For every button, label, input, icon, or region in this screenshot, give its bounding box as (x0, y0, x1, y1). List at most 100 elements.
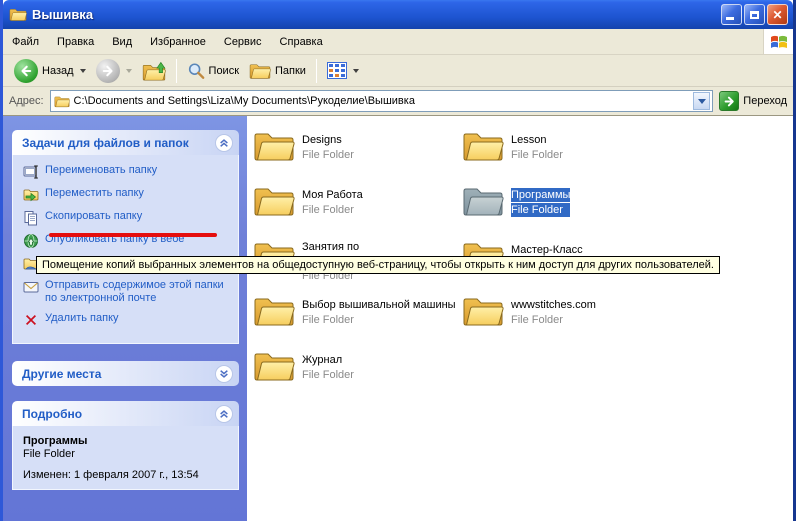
tooltip: Помещение копий выбранных элементов на о… (36, 256, 720, 274)
folder-name[interactable]: Моя Работа (302, 188, 363, 202)
details-modified: Изменен: 1 февраля 2007 г., 13:54 (23, 469, 232, 481)
folder-name[interactable]: Выбор вышивальной машины (302, 298, 456, 312)
panel-other-places: Другие места (12, 361, 239, 386)
search-button[interactable]: Поиск (182, 60, 244, 82)
panel-details-header[interactable]: Подробно (12, 401, 239, 426)
task-copy-folder[interactable]: Скопировать папку (23, 210, 232, 226)
folder-icon (9, 7, 27, 22)
task-move-folder[interactable]: Переместить папку (23, 187, 232, 203)
content-area: Задачи для файлов и папок (3, 116, 793, 521)
views-dropdown-icon[interactable] (353, 69, 359, 73)
forward-button[interactable] (91, 57, 137, 85)
go-button[interactable]: Переход (719, 91, 787, 111)
folder-tile-designs[interactable]: DesignsFile Folder (253, 128, 458, 183)
folders-button[interactable]: Папки (244, 60, 311, 82)
panel-title: Другие места (22, 367, 101, 381)
annotation-underline (49, 233, 217, 237)
task-label[interactable]: Скопировать папку (45, 210, 142, 223)
folder-view: DesignsFile Folder LessonFile Folder Моя… (247, 116, 793, 521)
address-input[interactable]: C:\Documents and Settings\Liza\My Docume… (74, 95, 694, 107)
views-button[interactable] (322, 60, 364, 81)
task-rename-folder[interactable]: Переименовать папку (23, 164, 232, 180)
menu-file[interactable]: Файл (3, 31, 48, 53)
back-label: Назад (42, 65, 74, 77)
panel-details-body: Программы File Folder Изменен: 1 февраля… (12, 426, 239, 490)
close-button[interactable]: ✕ (767, 4, 788, 25)
folder-icon (253, 348, 295, 384)
task-label[interactable]: Переместить папку (45, 187, 144, 200)
views-icon (327, 62, 347, 79)
windows-flag-icon (770, 34, 788, 50)
details-folder-type: File Folder (23, 448, 232, 460)
maximize-icon (750, 11, 759, 19)
copy-icon (23, 210, 39, 226)
maximize-button[interactable] (744, 4, 765, 25)
task-delete-folder[interactable]: Удалить папку (23, 312, 232, 328)
address-bar: Адрес: C:\Documents and Settings\Liza\My… (3, 87, 793, 116)
task-label[interactable]: Отправить содержимое этой папки по элект… (45, 279, 232, 305)
folder-name[interactable]: Lesson (511, 133, 546, 147)
folder-icon (462, 128, 504, 164)
up-folder-icon (142, 60, 166, 82)
panel-file-tasks-body: Переименовать папку Переместить папку (12, 155, 239, 344)
folder-name[interactable]: Designs (302, 133, 342, 147)
folder-tile-moya-rabota[interactable]: Моя РаботаFile Folder (253, 183, 458, 238)
task-pane: Задачи для файлов и папок (3, 116, 247, 521)
folder-tile-wwwstitches[interactable]: wwwstitches.comFile Folder (462, 293, 667, 348)
menu-help[interactable]: Справка (271, 31, 332, 53)
folder-name[interactable]: Журнал (302, 353, 342, 367)
menu-tools[interactable]: Сервис (215, 31, 271, 53)
minimize-icon (726, 17, 734, 20)
windows-logo (763, 29, 793, 54)
folder-name[interactable]: Мастер-Класс (511, 243, 583, 257)
search-icon (187, 62, 205, 80)
rename-icon (23, 164, 39, 180)
task-email-folder[interactable]: Отправить содержимое этой папки по элект… (23, 279, 232, 305)
folder-name[interactable]: wwwstitches.com (511, 298, 596, 312)
folder-icon (253, 183, 295, 219)
move-icon (23, 187, 39, 203)
folder-type: File Folder (511, 148, 563, 162)
collapse-button[interactable] (215, 405, 233, 423)
delete-icon (23, 312, 39, 328)
panel-details: Подробно Программы File Folder Изменен: … (12, 401, 239, 490)
address-dropdown-button[interactable] (693, 92, 710, 110)
task-label[interactable]: Переименовать папку (45, 164, 157, 177)
minimize-button[interactable] (721, 4, 742, 25)
menu-edit[interactable]: Правка (48, 31, 103, 53)
folder-tile-vybor-mashiny[interactable]: Выбор вышивальной машиныFile Folder (253, 293, 458, 348)
menu-favorites[interactable]: Избранное (141, 31, 215, 53)
panel-title: Подробно (22, 407, 82, 421)
folder-icon (253, 128, 295, 164)
panel-other-places-header[interactable]: Другие места (12, 361, 239, 386)
chevron-double-down-icon (219, 369, 229, 379)
details-folder-name: Программы (23, 435, 232, 447)
folder-type: File Folder (302, 148, 354, 162)
folder-tile-zhurnal[interactable]: ЖурналFile Folder (253, 348, 458, 403)
address-combobox[interactable]: C:\Documents and Settings\Liza\My Docume… (50, 90, 714, 112)
folder-icon (462, 293, 504, 329)
address-label: Адрес: (9, 95, 44, 107)
close-icon: ✕ (772, 9, 782, 21)
folder-name[interactable]: Программы (511, 188, 570, 202)
task-label[interactable]: Удалить папку (45, 312, 119, 325)
publish-web-icon (23, 233, 39, 249)
up-button[interactable] (137, 58, 171, 84)
folder-tile-programmy-selected[interactable]: ПрограммыFile Folder (462, 183, 667, 238)
back-icon (14, 59, 38, 83)
folders-icon (249, 62, 271, 80)
folder-tile-lesson[interactable]: LessonFile Folder (462, 128, 667, 183)
collapse-button[interactable] (215, 134, 233, 152)
back-button[interactable]: Назад (9, 57, 91, 85)
panel-file-tasks-header[interactable]: Задачи для файлов и папок (12, 130, 239, 155)
folders-label: Папки (275, 65, 306, 77)
chevron-double-up-icon (219, 409, 229, 419)
menu-view[interactable]: Вид (103, 31, 141, 53)
window-title: Вышивка (32, 7, 721, 22)
go-label: Переход (743, 95, 787, 107)
back-dropdown-icon[interactable] (80, 69, 86, 73)
expand-button[interactable] (215, 365, 233, 383)
go-arrow-icon (719, 91, 739, 111)
forward-dropdown-icon[interactable] (126, 69, 132, 73)
search-label: Поиск (209, 65, 239, 77)
